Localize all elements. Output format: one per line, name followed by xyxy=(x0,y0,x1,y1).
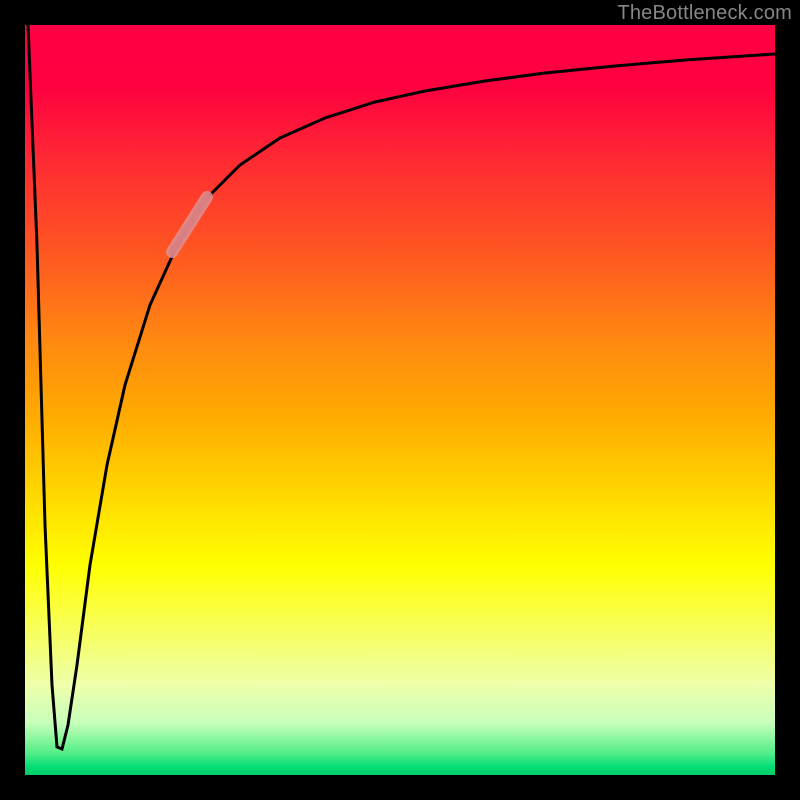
bottleneck-curve xyxy=(28,25,775,749)
highlight-segment-core xyxy=(172,197,207,252)
curve-svg xyxy=(25,25,775,775)
chart-container: TheBottleneck.com xyxy=(0,0,800,800)
watermark-text: TheBottleneck.com xyxy=(617,2,792,25)
plot-area xyxy=(25,25,775,775)
